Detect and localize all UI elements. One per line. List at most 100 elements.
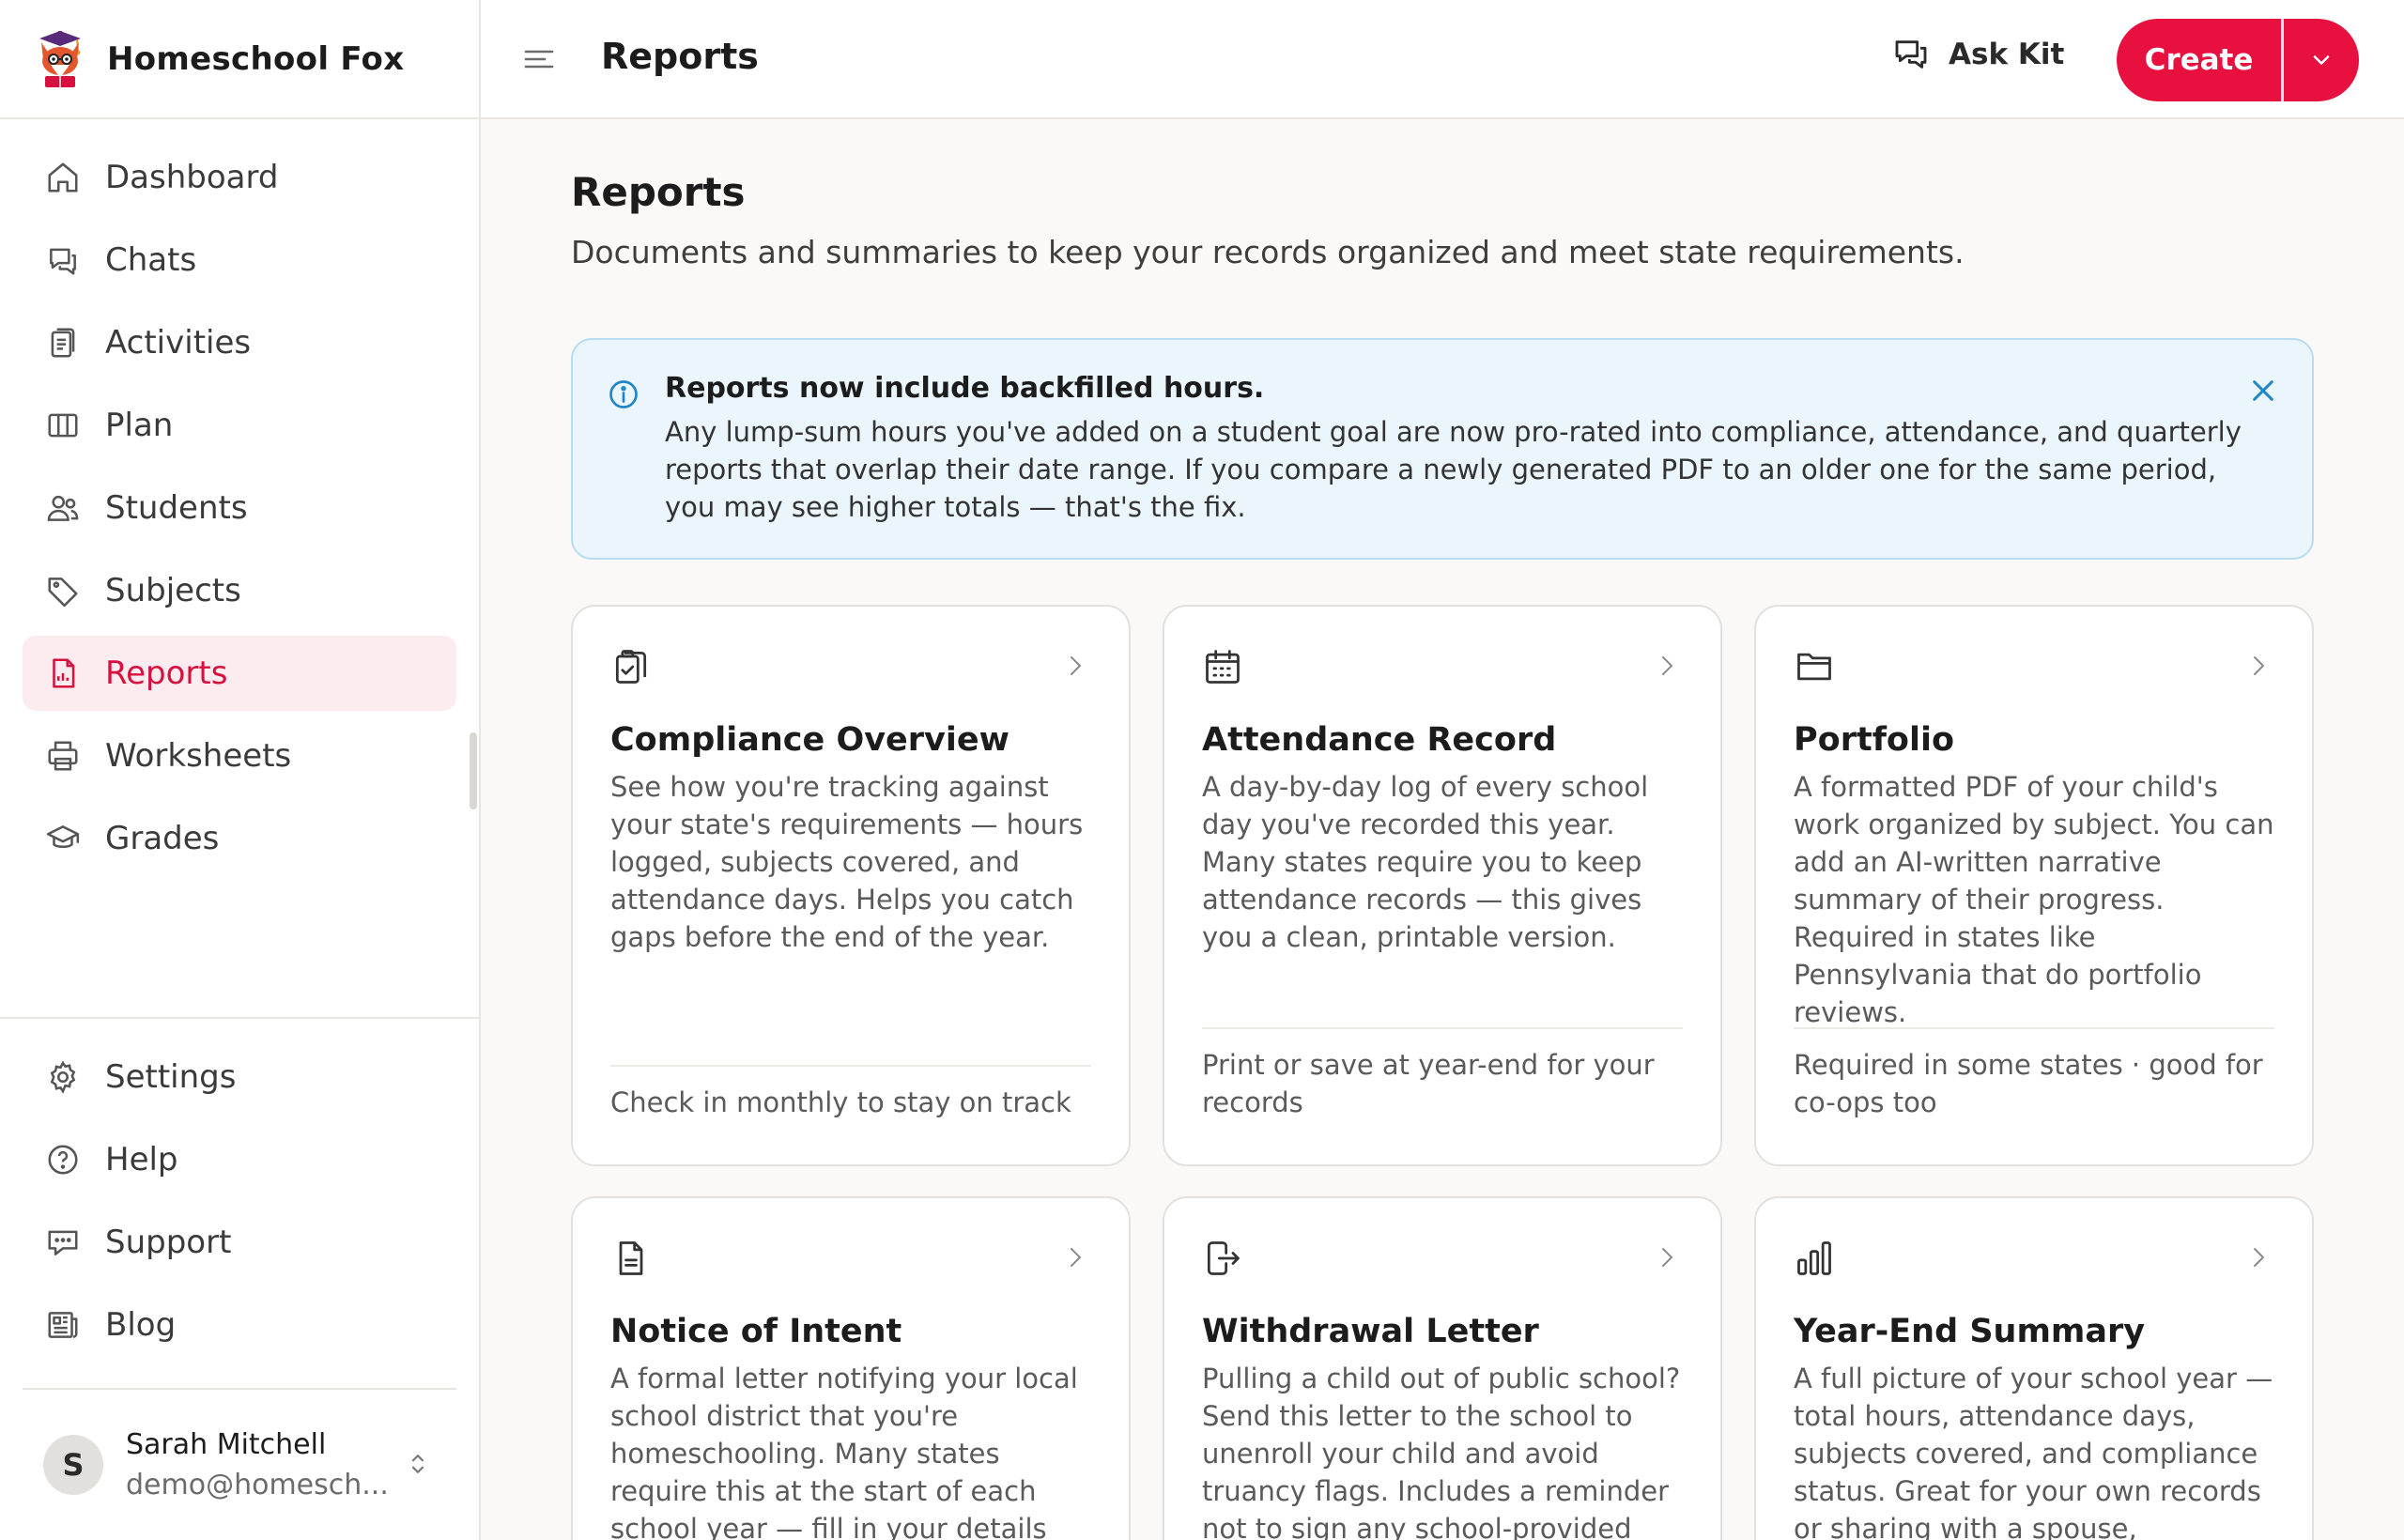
sidebar-item-label: Support — [105, 1224, 232, 1261]
sidebar-item-plan[interactable]: Plan — [23, 388, 456, 463]
calendar-icon — [1202, 646, 1243, 687]
chevron-right-icon — [1065, 654, 1086, 678]
folder-icon — [1794, 646, 1835, 687]
gear-icon — [45, 1059, 81, 1095]
sidebar-item-students[interactable]: Students — [23, 470, 456, 546]
user-menu[interactable]: S Sarah Mitchell demo@homesch... — [23, 1388, 456, 1540]
report-card-attendance-record[interactable]: Attendance Record A day-by-day log of ev… — [1163, 605, 1722, 1166]
reports-subtitle: Documents and summaries to keep your rec… — [571, 234, 1965, 270]
sidebar-item-label: Students — [105, 489, 248, 527]
report-card-compliance-overview[interactable]: Compliance Overview See how you're track… — [571, 605, 1131, 1166]
create-button[interactable]: Create — [2117, 19, 2281, 101]
card-description: See how you're tracking against your sta… — [610, 771, 1084, 953]
sidebar-item-subjects[interactable]: Subjects — [23, 553, 456, 628]
menu-toggle-icon[interactable] — [522, 44, 556, 74]
sidebar-item-label: Settings — [105, 1058, 237, 1096]
chevron-right-icon — [1065, 1245, 1086, 1270]
user-name: Sarah Mitchell — [126, 1428, 327, 1461]
report-card-notice-of-intent[interactable]: Notice of Intent A formal letter notifyi… — [571, 1196, 1131, 1540]
sidebar-item-label: Activities — [105, 324, 252, 362]
newspaper-icon — [45, 1307, 81, 1343]
app-name: Homeschool Fox — [107, 39, 405, 78]
columns-icon — [45, 408, 81, 443]
bar-chart-icon — [1794, 1238, 1835, 1279]
card-title: Compliance Overview — [610, 721, 1009, 759]
user-info: Sarah Mitchell demo@homesch... — [126, 1428, 389, 1502]
chevron-down-icon — [2308, 47, 2335, 73]
card-description: A full picture of your school year — tot… — [1794, 1363, 2273, 1540]
card-description: Pulling a child out of public school? Se… — [1202, 1363, 1681, 1540]
card-title: Notice of Intent — [610, 1313, 902, 1350]
ask-kit-label: Ask Kit — [1949, 38, 2065, 71]
card-footer: Required in some states · good for co-op… — [1794, 1049, 2263, 1118]
document-icon — [45, 655, 81, 691]
card-divider — [610, 1065, 1091, 1067]
close-icon[interactable] — [2248, 376, 2278, 406]
home-icon — [45, 160, 81, 195]
notice-body: Any lump-sum hours you've added on a stu… — [665, 416, 2242, 523]
card-divider — [1202, 1027, 1683, 1029]
sidebar-item-worksheets[interactable]: Worksheets — [23, 718, 456, 793]
card-footer: Print or save at year-end for your recor… — [1202, 1049, 1655, 1118]
tag-icon — [45, 573, 81, 608]
sidebar-item-label: Chats — [105, 241, 197, 279]
printer-icon — [45, 738, 81, 774]
notice-title: Reports now include backfilled hours. — [665, 372, 1265, 405]
sidebar-item-chats[interactable]: Chats — [23, 223, 456, 298]
sidebar-item-label: Worksheets — [105, 737, 292, 775]
sidebar-item-label: Plan — [105, 407, 174, 444]
graduation-cap-icon — [45, 821, 81, 856]
reports-heading: Reports — [571, 169, 746, 215]
report-card-year-end-summary[interactable]: Year-End Summary A full picture of your … — [1754, 1196, 2314, 1540]
info-icon — [607, 377, 640, 411]
report-card-portfolio[interactable]: Portfolio A formatted PDF of your child'… — [1754, 605, 2314, 1166]
sidebar: Homeschool Fox Dashboard Chats Activitie… — [0, 0, 481, 1540]
card-title: Year-End Summary — [1794, 1313, 2146, 1350]
report-card-withdrawal-letter[interactable]: Withdrawal Letter Pulling a child out of… — [1163, 1196, 1722, 1540]
sidebar-item-settings[interactable]: Settings — [23, 1040, 456, 1115]
primary-nav: Dashboard Chats Activities Plan Students — [0, 119, 479, 876]
card-title: Withdrawal Letter — [1202, 1313, 1539, 1350]
card-description: A formal letter notifying your local sch… — [610, 1363, 1078, 1540]
sidebar-item-label: Subjects — [105, 572, 241, 609]
file-export-icon — [1202, 1238, 1243, 1279]
ask-kit-button[interactable]: Ask Kit — [1892, 36, 2064, 73]
info-notice: Reports now include backfilled hours. An… — [571, 338, 2314, 560]
sidebar-item-support[interactable]: Support — [23, 1205, 456, 1280]
chevron-right-icon — [1657, 1245, 1677, 1270]
user-email: demo@homesch... — [126, 1469, 389, 1502]
sidebar-item-reports[interactable]: Reports — [23, 636, 456, 711]
sidebar-item-label: Reports — [105, 654, 228, 692]
avatar: S — [43, 1435, 103, 1495]
sidebar-item-dashboard[interactable]: Dashboard — [23, 140, 456, 215]
users-icon — [45, 490, 81, 526]
card-title: Attendance Record — [1202, 721, 1557, 759]
clipboard-icon — [45, 325, 81, 361]
brand[interactable]: Homeschool Fox — [0, 0, 479, 119]
fox-logo-icon — [34, 29, 86, 89]
chevron-right-icon — [2248, 1245, 2269, 1270]
secondary-nav: Settings Help Support Blog — [0, 1017, 479, 1370]
clipboard-check-icon — [610, 646, 652, 687]
chevron-right-icon — [1657, 654, 1677, 678]
top-bar: Reports Ask Kit Create — [481, 0, 2404, 119]
chevron-right-icon — [2248, 654, 2269, 678]
help-circle-icon — [45, 1142, 81, 1178]
create-divider — [2281, 19, 2284, 101]
sidebar-item-activities[interactable]: Activities — [23, 305, 456, 380]
chat-bubbles-icon — [1892, 36, 1930, 73]
sidebar-item-label: Help — [105, 1141, 178, 1178]
sidebar-item-label: Grades — [105, 820, 220, 857]
sidebar-item-blog[interactable]: Blog — [23, 1287, 456, 1363]
page-title: Reports — [601, 36, 759, 77]
sidebar-scrollbar[interactable] — [470, 732, 477, 809]
create-split-button: Create — [2117, 19, 2359, 101]
file-text-icon — [610, 1238, 652, 1279]
card-divider — [1794, 1027, 2274, 1029]
chat-icon — [45, 242, 81, 278]
create-dropdown-button[interactable] — [2284, 19, 2359, 101]
sidebar-item-grades[interactable]: Grades — [23, 801, 456, 876]
sidebar-item-help[interactable]: Help — [23, 1122, 456, 1197]
sidebar-item-label: Dashboard — [105, 159, 279, 196]
card-footer: Check in monthly to stay on track — [610, 1086, 1071, 1118]
